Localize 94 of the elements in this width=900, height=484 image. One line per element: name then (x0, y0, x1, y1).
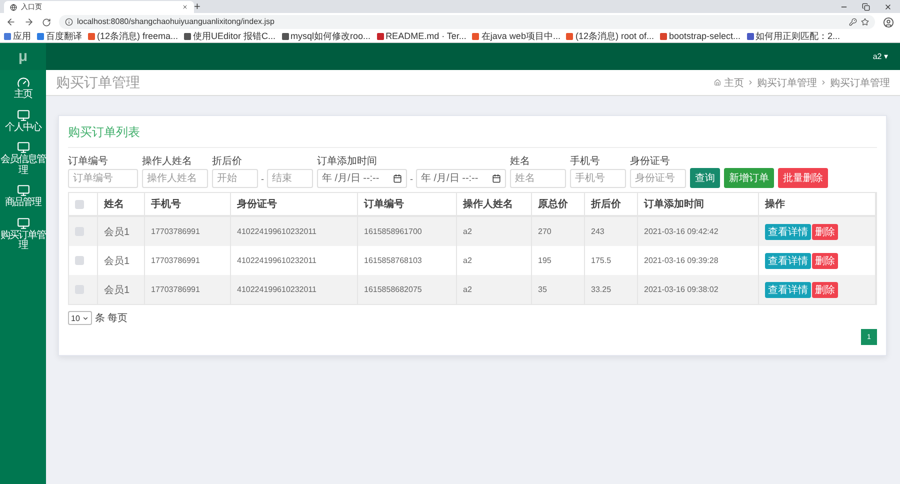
table-cell: 2021-03-16 09:38:02 (638, 275, 759, 304)
sidebar-item[interactable]: 商品管理 (0, 180, 46, 212)
column-header: 手机号 (145, 193, 231, 215)
monitor-icon (16, 141, 30, 154)
delete-button[interactable]: 删除 (812, 282, 838, 298)
sidebar-item[interactable]: 主页 (0, 72, 46, 104)
checkbox[interactable] (75, 200, 84, 208)
input-field[interactable]: 身份证号 (630, 169, 686, 188)
date-field[interactable]: 年 /月/日 --:-- (317, 169, 407, 188)
separator: - (410, 174, 413, 184)
delete-button[interactable]: 删除 (812, 224, 838, 240)
gauge-icon (16, 76, 30, 89)
sidebar-item[interactable]: 会员信息管理 (0, 137, 46, 180)
star-icon[interactable] (861, 18, 869, 26)
user-menu[interactable]: a2 ▾ (872, 52, 888, 61)
forward-icon[interactable] (24, 17, 34, 27)
breadcrumb-link[interactable]: 购买订单管理 (757, 76, 817, 90)
column-header: 折后价 (585, 193, 638, 215)
page-size-label: 条 每页 (94, 312, 128, 325)
logo: μ (0, 43, 46, 70)
table-cell: 17703786991 (145, 275, 231, 304)
card-title: 购买订单列表 (68, 124, 877, 148)
bookmark[interactable]: 如何用正则匹配：2... (746, 32, 840, 41)
filter-label: 身份证号 (630, 155, 671, 168)
column-header: 订单添加时间 (638, 193, 759, 215)
caret-icon (82, 314, 89, 322)
sidebar-item[interactable]: 个人中心 (0, 104, 46, 137)
chevron-icon (747, 79, 754, 86)
table-cell: 会员1 (98, 275, 145, 304)
separator: - (261, 174, 264, 184)
globe-icon (10, 4, 17, 10)
search-button[interactable]: 查询 (690, 168, 720, 188)
details-button[interactable]: 查看详情 (765, 224, 811, 240)
delete-button[interactable]: 删除 (812, 252, 838, 268)
details-button[interactable]: 查看详情 (765, 252, 811, 268)
bookmark[interactable]: README.md · Ter... (376, 32, 466, 41)
restore-icon[interactable] (862, 2, 870, 10)
input-field[interactable]: 手机号 (570, 169, 626, 188)
column-header: 订单编号 (358, 193, 457, 215)
key-icon[interactable] (849, 18, 857, 26)
table-cell: 33.25 (585, 275, 638, 304)
info-icon (65, 18, 73, 26)
column-header: 操作人姓名 (457, 193, 532, 215)
filter-label: 手机号 (570, 154, 601, 168)
date-field[interactable]: 年 /月/日 --:-- (416, 169, 506, 188)
bookmark[interactable]: 在java web项目中... (472, 32, 560, 41)
input-field[interactable]: 操作人姓名 (142, 169, 208, 188)
checkbox[interactable] (75, 256, 84, 265)
close-icon[interactable] (182, 4, 188, 10)
back-icon[interactable] (6, 17, 16, 27)
details-button[interactable]: 查看详情 (765, 282, 811, 298)
input-field[interactable]: 订单编号 (68, 169, 138, 188)
add-button[interactable]: 新增订单 (724, 168, 774, 188)
monitor-icon (16, 108, 30, 122)
input-field[interactable]: 结束 (267, 169, 313, 188)
filter-label: 订单添加时间 (317, 154, 378, 168)
column-header: 操作 (759, 193, 876, 215)
page-title: 购买订单管理 (56, 74, 140, 92)
home-icon (714, 79, 721, 86)
input-field[interactable]: 姓名 (510, 169, 566, 188)
breadcrumb-link[interactable]: 购买订单管理 (830, 76, 890, 90)
address-bar[interactable]: localhost:8080/shangchaohuiyuanguanlixitong/index.jsp (59, 15, 875, 29)
delete-button[interactable]: 批量删除 (778, 168, 828, 188)
monitor-icon (16, 216, 30, 230)
filter-label: 订单编号 (68, 154, 109, 168)
sidebar-item[interactable]: 购买订单管理 (0, 212, 46, 256)
calendar-icon (492, 174, 501, 183)
table-cell: 1615858682075 (358, 275, 457, 304)
breadcrumb-link[interactable]: 主页 (724, 76, 744, 90)
table-cell: 410224199610232011 (231, 275, 358, 304)
bookmark[interactable]: 百度翻译 (37, 32, 82, 41)
page-size-select[interactable]: 10 (68, 311, 92, 325)
bookmark[interactable]: mysql如何修改roo... (282, 32, 371, 41)
monitor-icon (16, 184, 30, 197)
chevron-icon (820, 79, 827, 86)
column-header: 身份证号 (231, 193, 358, 215)
column-header: 原总价 (532, 193, 585, 215)
reload-icon[interactable] (42, 18, 51, 26)
input-field[interactable]: 开始 (212, 169, 258, 188)
filter-label: 操作人姓名 (142, 155, 193, 168)
bookmark[interactable]: (12条消息) root of... (566, 32, 654, 41)
filter-label: 姓名 (510, 155, 531, 168)
account-icon[interactable] (883, 16, 894, 28)
table-cell: 35 (532, 275, 585, 304)
column-header: 姓名 (98, 193, 145, 215)
calendar-icon (393, 174, 402, 183)
bookmark[interactable]: 应用 (4, 32, 31, 41)
table-cell: a2 (457, 275, 532, 304)
filter-label: 折后价 (212, 154, 243, 168)
new-tab-button[interactable]: + (194, 2, 200, 13)
bookmark[interactable]: 使用UEditor 报错C... (184, 32, 276, 41)
bookmark[interactable]: bootstrap-select... (660, 32, 741, 41)
close-icon[interactable] (884, 2, 892, 10)
bookmark[interactable]: (12条消息) freema... (88, 32, 178, 41)
